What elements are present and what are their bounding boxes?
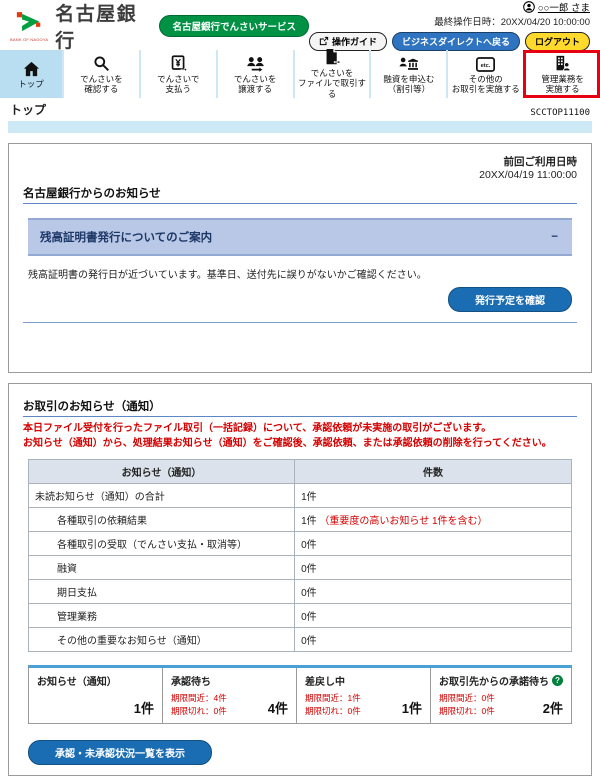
card-title: 差戻し中 [305, 673, 345, 688]
issuance-schedule-button[interactable]: 発行予定を確認 [448, 287, 572, 312]
collapse-icon[interactable]: − [549, 231, 560, 243]
notice-count: 0件 [295, 556, 572, 580]
notice-count-note: （重要度の高いお知らせ 1件を含む） [317, 516, 488, 527]
card-title: 承認待ち [171, 673, 211, 688]
balance-certificate-banner: 残高証明書発行についてのご案内 − [28, 218, 572, 256]
warning-line1: 本日ファイル受付を行ったファイル取引（一括記録）について、承認依頼が未実施の取引… [23, 422, 577, 437]
bank-notice-panel: 前回ご利用日時 20XX/04/19 11:00:00 名古屋銀行からのお知らせ… [8, 143, 592, 373]
card-title: お取引先からの承諾待ち [439, 673, 549, 688]
bank-logo: BANK OF NAGOYA 名古屋銀行 名古屋銀行でんさいサービス [10, 0, 309, 53]
nav-item-admin[interactable]: 管理業務を実施する [523, 50, 600, 98]
bank-name: 名古屋銀行 [55, 0, 149, 53]
summary-card-sent-back: 差戻し中期限間近：1件期限切れ：0件1件 [296, 668, 430, 723]
breadcrumb-row: トップ SCCTOP11100 [0, 98, 600, 119]
notice-count: 0件 [295, 604, 572, 628]
nav-item-label: その他のお取引を実施する [452, 74, 520, 94]
warning-text: 本日ファイル受付を行ったファイル取引（一括記録）について、承認依頼が未実施の取引… [23, 422, 577, 451]
etc-icon: etc. [476, 54, 495, 72]
notice-table-header-category: お知らせ（通知） [29, 460, 295, 484]
back-to-direct-button[interactable]: ビジネスダイレクトへ戻る [392, 32, 520, 51]
nav-item-label: でんさいを確認する [80, 74, 123, 94]
nav-item-file[interactable]: でんさいをファイルで取引する [293, 50, 370, 98]
help-icon[interactable]: ? [552, 675, 563, 686]
notice-category: 管理業務 [29, 604, 295, 628]
notice-table-row: 管理業務0件 [29, 604, 572, 628]
summary-card-approval-waiting: 承認待ち期限間近：4件期限切れ：0件4件 [162, 668, 296, 723]
nav-item-top[interactable]: トップ [0, 50, 62, 98]
summary-card-partner-consent-waiting: お取引先からの承諾待ち?期限間近：0件期限切れ：0件2件 [430, 668, 571, 723]
transaction-notice-title: お取引のお知らせ（通知） [23, 398, 577, 417]
card-title: お知らせ（通知） [37, 673, 117, 688]
notice-category: 期日支払 [29, 580, 295, 604]
bank-logo-caption: BANK OF NAGOYA [10, 37, 48, 42]
bank-logo-icon [16, 11, 42, 37]
nav-item-label: でんさいで支払う [157, 74, 199, 94]
notice-count: 0件 [295, 532, 572, 556]
nav-item-label: でんさいをファイルで取引する [295, 68, 370, 99]
search-icon [93, 54, 110, 72]
notice-count: 0件 [295, 580, 572, 604]
nav-item-label: でんさいを譲渡する [234, 74, 277, 94]
previous-login-label: 前回ご利用日時 [23, 154, 577, 169]
file-transfer-icon [324, 49, 341, 66]
external-link-icon [319, 36, 329, 48]
user-name-link[interactable]: ○○一郎 さま [538, 3, 590, 15]
logout-button[interactable]: ログアウト [525, 32, 590, 51]
previous-login-datetime: 20XX/04/19 11:00:00 [23, 169, 577, 181]
previous-login: 前回ご利用日時 20XX/04/19 11:00:00 [23, 154, 577, 181]
user-icon [523, 1, 535, 17]
notice-category: 未読お知らせ（通知）の合計 [29, 484, 295, 508]
notice-count: 0件 [295, 628, 572, 652]
banner-body-text: 残高証明書の発行日が近づいています。基準日、送付先に誤りがないかご確認ください。 [28, 266, 572, 281]
service-badge: 名古屋銀行でんさいサービス [159, 15, 309, 37]
notice-count: 1件 （重要度の高いお知らせ 1件を含む） [295, 508, 572, 532]
yen-document-icon [170, 54, 187, 72]
nav-item-transfer[interactable]: でんさいを譲渡する [216, 50, 293, 98]
notice-table-row: 各種取引の依頼結果1件 （重要度の高いお知らせ 1件を含む） [29, 508, 572, 532]
notice-table: お知らせ（通知） 件数 未読お知らせ（通知）の合計1件各種取引の依頼結果1件 （… [28, 459, 572, 652]
warning-line2: お知らせ（通知）から、処理結果お知らせ（通知）をご確認後、承認依頼、または承認依… [23, 437, 577, 452]
notice-table-header-count: 件数 [295, 460, 572, 484]
nav-item-label: 管理業務を実施する [541, 74, 584, 94]
notice-category: 各種取引の受取（でんさい支払・取消等） [29, 532, 295, 556]
guide-button-label: 操作ガイド [332, 35, 377, 48]
people-transfer-icon [246, 54, 265, 72]
breadcrumb: トップ [10, 101, 46, 118]
nav-item-loan[interactable]: 融資を申込む（割引等） [369, 50, 446, 98]
approval-status-list-button[interactable]: 承認・未承認状況一覧を表示 [28, 740, 212, 765]
status-summary-cards: お知らせ（通知）1件承認待ち期限間近：4件期限切れ：0件4件差戻し中期限間近：1… [28, 665, 572, 724]
person-bank-icon [399, 54, 418, 72]
nav-item-label: 融資を申込む（割引等） [383, 74, 434, 94]
notice-table-row: 融資0件 [29, 556, 572, 580]
transaction-notice-panel: お取引のお知らせ（通知） 本日ファイル受付を行ったファイル取引（一括記録）につい… [8, 383, 592, 776]
notice-table-row: その他の重要なお知らせ（通知）0件 [29, 628, 572, 652]
user-line: ○○一郎 さま [309, 1, 590, 17]
notice-category: その他の重要なお知らせ（通知） [29, 628, 295, 652]
main-nav: トップ でんさいを確認する でんさいで支払う でんさいを譲渡するでんさいをファイルで取… [0, 50, 600, 98]
home-icon [23, 59, 40, 77]
notice-category: 各種取引の依頼結果 [29, 508, 295, 532]
bank-notice-title: 名古屋銀行からのお知らせ [23, 185, 577, 204]
nav-item-other[interactable]: etc. その他のお取引を実施する [446, 50, 523, 98]
nav-item-confirm[interactable]: でんさいを確認する [62, 50, 139, 98]
banner-title: 残高証明書発行についてのご案内 [40, 229, 212, 245]
summary-card-notifications: お知らせ（通知）1件 [29, 668, 162, 723]
notice-count: 1件 [295, 484, 572, 508]
notice-table-row: 各種取引の受取（でんさい支払・取消等）0件 [29, 532, 572, 556]
section-divider [23, 322, 577, 323]
svg-text:etc.: etc. [481, 63, 491, 69]
page-code: SCCTOP11100 [530, 108, 590, 118]
building-person-icon [554, 54, 571, 72]
last-operation-datetime: 最終操作日時：20XX/04/20 10:00:00 [309, 17, 590, 29]
notice-category: 融資 [29, 556, 295, 580]
guide-button[interactable]: 操作ガイド [309, 32, 387, 51]
nav-item-pay[interactable]: でんさいで支払う [139, 50, 216, 98]
notice-table-row: 未読お知らせ（通知）の合計1件 [29, 484, 572, 508]
notice-table-row: 期日支払0件 [29, 580, 572, 604]
nav-item-label: トップ [18, 79, 44, 89]
divider-band [8, 121, 592, 133]
header: BANK OF NAGOYA 名古屋銀行 名古屋銀行でんさいサービス ○○一郎 … [0, 0, 600, 50]
